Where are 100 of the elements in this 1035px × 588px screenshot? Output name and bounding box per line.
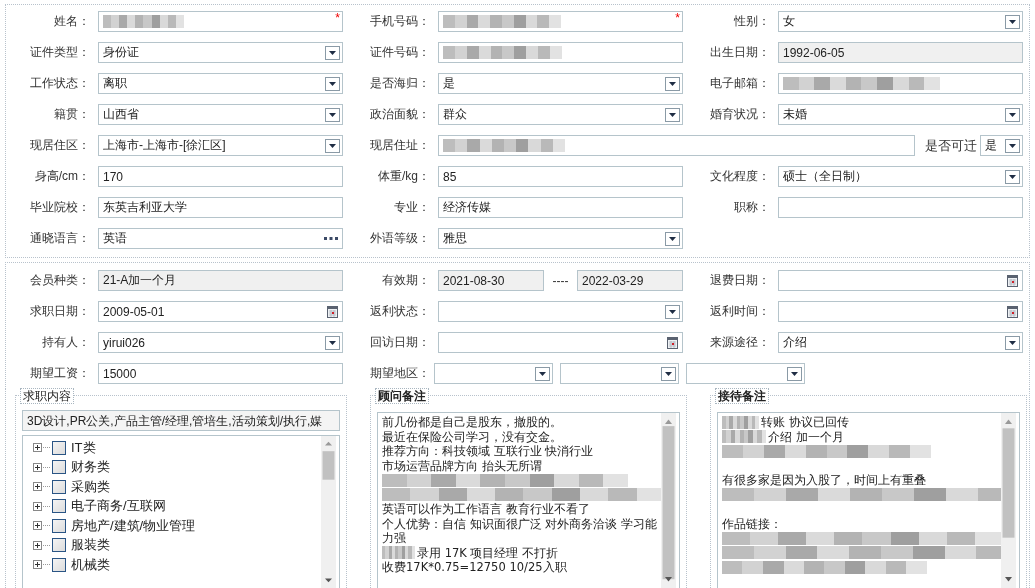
field-label: 是否可迁 xyxy=(924,136,978,155)
dropdown[interactable]: 是 xyxy=(980,135,1023,156)
text-field[interactable]: * xyxy=(98,11,343,32)
text-field[interactable]: 东英吉利亚大学 xyxy=(98,197,343,218)
dropdown-button[interactable] xyxy=(665,304,680,319)
field-label: 回访日期： xyxy=(369,334,431,351)
scrollbar[interactable] xyxy=(321,436,336,588)
notes-area[interactable]: 转账 协议已回传 介绍 加一个月 有很多家是因为入股了，时间上有重叠 作品链接： xyxy=(717,412,1020,588)
scrollbar[interactable] xyxy=(661,413,676,588)
tree-item[interactable]: IT类 xyxy=(71,438,96,457)
text-field[interactable]: * xyxy=(438,11,683,32)
calendar-icon[interactable] xyxy=(1007,274,1018,287)
caret-icon xyxy=(1009,174,1016,179)
expand-button[interactable] xyxy=(33,560,42,570)
notes-area[interactable]: 前几份都是自己是股东，撤股的。 最近在保险公司学习，没有交金。 推荐方向：科技领域 互联行业 快消行业 市场运营品牌方向 抬头无所谓 英语可以作为工作语言 教育行业不看了 个人优势：自信 知识面很广泛 对外商务洽谈 学习能力强 录用 17K 项目经理 不打折 收费17K*0.75=12750 10/25入职 xyxy=(377,412,680,588)
dropdown-button[interactable] xyxy=(665,76,680,91)
tree-item[interactable]: 机械类 xyxy=(71,555,110,574)
dropdown-button[interactable] xyxy=(1005,14,1020,29)
note-line: 收费17K*0.75=12750 10/25入职 xyxy=(382,560,568,575)
date-field[interactable] xyxy=(778,301,1023,322)
calendar-icon[interactable] xyxy=(667,336,678,349)
field-label: 期望地区： xyxy=(369,365,431,382)
tree-item[interactable]: 服装类 xyxy=(71,536,110,555)
calendar-icon[interactable] xyxy=(327,305,338,318)
dropdown-button[interactable] xyxy=(1005,169,1020,184)
checkbox[interactable] xyxy=(52,499,66,514)
dropdown-button[interactable] xyxy=(1005,335,1020,350)
dropdown[interactable]: 离职 xyxy=(98,73,343,94)
dropdown[interactable]: 是 xyxy=(438,73,683,94)
note-line: 个人优势：自信 知识面很广泛 对外商务洽谈 学习能力强 xyxy=(382,516,657,546)
field-label: 体重/kg： xyxy=(377,168,431,185)
tree-item[interactable]: 房地产/建筑/物业管理 xyxy=(71,516,196,535)
text-field[interactable]: 85 xyxy=(438,166,683,187)
dropdown[interactable]: yirui026 xyxy=(98,332,343,353)
checkbox[interactable] xyxy=(52,538,66,553)
dropdown-button[interactable] xyxy=(325,335,340,350)
note-line: 英语可以作为工作语言 教育行业不看了 xyxy=(382,502,591,517)
dropdown-button[interactable] xyxy=(325,76,340,91)
readonly-field: 2022-03-29 xyxy=(577,270,683,291)
checkbox[interactable] xyxy=(52,557,66,572)
text-field[interactable]: 经济传媒 xyxy=(438,197,683,218)
dropdown-button[interactable] xyxy=(325,107,340,122)
date-field[interactable] xyxy=(438,332,683,353)
expand-button[interactable] xyxy=(33,521,42,531)
caret-icon xyxy=(669,236,676,241)
field-label: 退费日期： xyxy=(709,272,771,289)
checkbox[interactable] xyxy=(52,479,66,494)
tree-item[interactable]: 财务类 xyxy=(71,458,110,477)
field-label: 出生日期： xyxy=(709,44,771,61)
dropdown[interactable]: 女 xyxy=(778,11,1023,32)
field-label: 文化程度： xyxy=(709,168,771,185)
text-field[interactable]: 170 xyxy=(98,166,343,187)
checkbox[interactable] xyxy=(52,518,66,533)
field-label: 来源途径： xyxy=(709,334,771,351)
tree-item[interactable]: 采购类 xyxy=(71,477,110,496)
dropdown-button[interactable] xyxy=(661,366,676,381)
calendar-icon[interactable] xyxy=(1007,305,1018,318)
scrollbar[interactable] xyxy=(1001,413,1016,588)
dropdown-button[interactable] xyxy=(665,231,680,246)
dropdown-button[interactable] xyxy=(1005,107,1020,122)
text-field[interactable] xyxy=(778,73,1023,94)
field-label: 有效期： xyxy=(381,272,431,289)
expand-button[interactable] xyxy=(33,462,42,472)
dropdown-button[interactable] xyxy=(325,138,340,153)
checkbox[interactable] xyxy=(52,440,66,455)
caret-icon xyxy=(1009,112,1016,117)
field-label: 身高/cm： xyxy=(33,168,91,185)
expand-button[interactable] xyxy=(33,443,42,453)
dropdown[interactable]: 上海市-上海市-[徐汇区] xyxy=(98,135,343,156)
dropdown-button[interactable] xyxy=(665,107,680,122)
dropdown[interactable]: 身份证 xyxy=(98,42,343,63)
dropdown[interactable]: 群众 xyxy=(438,104,683,125)
dropdown[interactable]: 山西省 xyxy=(98,104,343,125)
expand-button[interactable] xyxy=(33,501,42,511)
date-field[interactable]: 2009-05-01 xyxy=(98,301,343,322)
dropdown[interactable]: 雅思 xyxy=(438,228,683,249)
date-field[interactable] xyxy=(778,270,1023,291)
text-field[interactable]: 英语 xyxy=(98,228,343,249)
tree-item[interactable]: 电子商务/互联网 xyxy=(71,497,166,516)
dropdown[interactable]: 未婚 xyxy=(778,104,1023,125)
text-field[interactable]: 15000 xyxy=(98,363,343,384)
dropdown[interactable]: 硕士（全日制） xyxy=(778,166,1023,187)
checkbox[interactable] xyxy=(52,460,66,475)
text-field[interactable] xyxy=(778,197,1023,218)
field-label: 手机号码： xyxy=(369,13,431,30)
field-label: 性别： xyxy=(733,13,771,30)
dropdown-button[interactable] xyxy=(787,366,802,381)
readonly-field: 1992-06-05 xyxy=(778,42,1023,63)
field-label: 证件号码： xyxy=(369,44,431,61)
text-field[interactable] xyxy=(438,135,915,156)
field-label: 政治面貌： xyxy=(369,106,431,123)
expand-button[interactable] xyxy=(33,482,42,492)
dropdown[interactable]: 介绍 xyxy=(778,332,1023,353)
ellipsis-icon[interactable] xyxy=(324,237,338,240)
dropdown-button[interactable] xyxy=(535,366,550,381)
dropdown-button[interactable] xyxy=(325,45,340,60)
dropdown-button[interactable] xyxy=(1005,138,1020,153)
required-mark: * xyxy=(675,12,680,24)
text-field[interactable] xyxy=(438,42,683,63)
expand-button[interactable] xyxy=(33,540,42,550)
